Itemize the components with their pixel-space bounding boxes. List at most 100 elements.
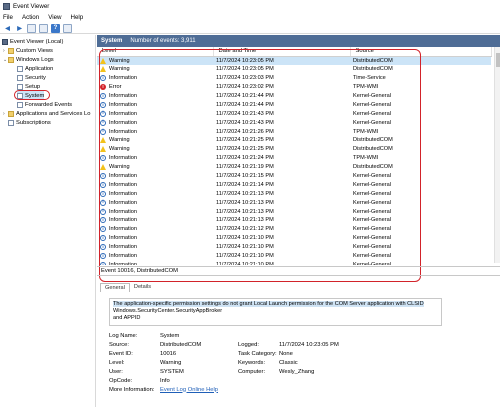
- cell-date-time: 11/7/2024 10:21:43 PM: [216, 119, 274, 126]
- level-wrapper: Warning: [100, 146, 213, 153]
- label-computer: Computer:: [238, 368, 266, 375]
- event-viewer-icon: [2, 38, 8, 45]
- warning-icon: [100, 57, 106, 64]
- tree-item-application[interactable]: Application: [17, 64, 53, 73]
- tree-item-subscriptions[interactable]: Subscriptions: [8, 118, 51, 127]
- cell-level: i Information: [97, 243, 213, 252]
- level-wrapper: i Information: [100, 262, 213, 265]
- tab-general[interactable]: General: [100, 283, 130, 292]
- event-row[interactable]: i Information 11/7/2024 10:21:10 PM Kernel-…: [97, 243, 491, 252]
- level-text: Information: [109, 226, 137, 233]
- tree-item-custom-views[interactable]: › Custom Views: [3, 46, 53, 55]
- cell-level: i Information: [97, 252, 213, 261]
- event-row[interactable]: i Information 11/7/2024 10:21:26 PM TPM-WMI: [97, 127, 491, 136]
- cell-source: Time-Service: [353, 75, 386, 82]
- cell-date-time: 11/7/2024 10:21:12 PM: [216, 226, 274, 233]
- event-row[interactable]: i Information 11/7/2024 10:21:44 PM Kernel-…: [97, 92, 491, 101]
- tree-item-forwarded-events[interactable]: Forwarded Events: [17, 100, 72, 109]
- cell-date-time: 11/7/2024 10:23:03 PM: [216, 75, 274, 82]
- event-row[interactable]: i Information 11/7/2024 10:21:13 PM Kernel-…: [97, 207, 491, 216]
- cell-date-time: 11/7/2024 10:21:10 PM: [216, 253, 274, 260]
- log-icon: [17, 83, 23, 90]
- grid-scrollbar[interactable]: [494, 47, 500, 263]
- event-log-online-help-link[interactable]: Event Log Online Help: [160, 387, 218, 393]
- menu-bar: File Action View Help: [0, 12, 500, 23]
- event-row[interactable]: Warning 11/7/2024 10:21:19 PM DistributedC…: [97, 163, 491, 172]
- info-icon: i: [100, 93, 106, 99]
- event-row[interactable]: i Information 11/7/2024 10:21:10 PM Kernel-…: [97, 252, 491, 261]
- info-icon: i: [100, 226, 106, 233]
- cell-source: Kernel-General: [353, 261, 391, 265]
- info-icon: i: [100, 102, 106, 108]
- event-row[interactable]: i Information 11/7/2024 10:21:15 PM Kernel-…: [97, 172, 491, 181]
- column-level[interactable]: Level: [97, 47, 214, 57]
- level-wrapper: ! Error: [100, 84, 213, 91]
- event-row[interactable]: i Information 11/7/2024 10:21:12 PM Kernel-…: [97, 225, 491, 234]
- tree-item-windows-logs[interactable]: ⌄ Windows Logs: [3, 55, 54, 64]
- forward-arrow-icon[interactable]: ▶: [15, 24, 24, 33]
- cell-level: i Information: [97, 74, 213, 83]
- event-row[interactable]: Warning 11/7/2024 10:21:25 PM DistributedC…: [97, 136, 491, 145]
- cell-level: i Information: [97, 225, 213, 234]
- event-row[interactable]: Warning 11/7/2024 10:23:05 PM DistributedC…: [97, 65, 491, 74]
- folder-icon: [8, 56, 14, 63]
- event-row[interactable]: i Information 11/7/2024 10:21:10 PM Kernel-…: [97, 260, 491, 265]
- event-viewer-icon: [3, 2, 10, 10]
- cell-source: TPM-WMI: [353, 128, 379, 135]
- cell-date-time: 11/7/2024 10:23:02 PM: [216, 84, 274, 91]
- event-row[interactable]: i Information 11/7/2024 10:21:44 PM Kernel-…: [97, 100, 491, 109]
- cell-source: Kernel-General: [353, 173, 391, 180]
- event-row[interactable]: Warning 11/7/2024 10:23:05 PM DistributedC…: [97, 56, 491, 65]
- event-row[interactable]: i Information 11/7/2024 10:21:43 PM Kernel-…: [97, 118, 491, 127]
- level-text: Information: [109, 190, 137, 197]
- info-icon: i: [100, 111, 106, 117]
- menu-help[interactable]: Help: [71, 14, 84, 21]
- value-opcode: Info: [160, 377, 170, 384]
- back-arrow-icon[interactable]: ◀: [3, 24, 12, 33]
- cell-level: i Information: [97, 109, 213, 118]
- value-task-category: None: [279, 350, 293, 357]
- event-row[interactable]: ! Error 11/7/2024 10:23:02 PM TPM-WMI: [97, 83, 491, 92]
- event-row[interactable]: Warning 11/7/2024 10:21:25 PM DistributedC…: [97, 145, 491, 154]
- value-source: DistributedCOM: [160, 341, 202, 348]
- event-row[interactable]: i Information 11/7/2024 10:21:13 PM Kernel-…: [97, 216, 491, 225]
- scrollbar-thumb[interactable]: [496, 53, 500, 67]
- info-icon: i: [100, 191, 106, 197]
- column-date-time[interactable]: Date and Time: [213, 47, 351, 57]
- column-source[interactable]: Source: [350, 47, 492, 57]
- show-hide-tree-icon[interactable]: [27, 23, 36, 33]
- event-row[interactable]: i Information 11/7/2024 10:21:10 PM Kernel-…: [97, 234, 491, 243]
- event-row[interactable]: i Information 11/7/2024 10:21:14 PM Kernel-…: [97, 180, 491, 189]
- cell-level: Warning: [97, 56, 213, 65]
- cell-source: DistributedCOM: [353, 146, 393, 153]
- level-text: Information: [109, 199, 137, 206]
- tree-item-root[interactable]: Event Viewer (Local): [2, 37, 63, 46]
- event-row[interactable]: i Information 11/7/2024 10:21:13 PM Kernel-…: [97, 198, 491, 207]
- tree-item-apps-services[interactable]: › Applications and Services Lo: [3, 109, 90, 118]
- cell-source: DistributedCOM: [353, 164, 393, 171]
- event-row[interactable]: i Information 11/7/2024 10:23:03 PM Time-Se…: [97, 74, 491, 83]
- level-text: Information: [109, 101, 137, 108]
- event-description[interactable]: The application-specific permission sett…: [109, 298, 442, 326]
- level-text: Information: [109, 93, 137, 99]
- label-logged: Logged:: [238, 341, 259, 348]
- menu-file[interactable]: File: [3, 14, 13, 21]
- event-row[interactable]: i Information 11/7/2024 10:21:43 PM Kernel-…: [97, 109, 491, 118]
- level-wrapper: i Information: [100, 253, 213, 260]
- event-row[interactable]: i Information 11/7/2024 10:21:24 PM TPM-WMI: [97, 154, 491, 163]
- tab-details[interactable]: Details: [130, 283, 155, 292]
- cell-level: i Information: [97, 92, 213, 101]
- help-icon[interactable]: ?: [51, 23, 60, 33]
- level-wrapper: i Information: [100, 208, 213, 215]
- event-row[interactable]: i Information 11/7/2024 10:21:13 PM Kernel-…: [97, 189, 491, 198]
- label-task-category: Task Category:: [238, 350, 277, 357]
- cell-level: i Information: [97, 216, 213, 225]
- menu-view[interactable]: View: [48, 14, 61, 21]
- tree-item-security[interactable]: Security: [17, 73, 46, 82]
- cell-date-time: 11/7/2024 10:21:25 PM: [216, 146, 274, 153]
- menu-action[interactable]: Action: [22, 14, 39, 21]
- properties-icon[interactable]: [39, 23, 48, 33]
- cell-source: Kernel-General: [353, 119, 391, 126]
- action-pane-icon[interactable]: [63, 23, 72, 33]
- cell-date-time: 11/7/2024 10:21:44 PM: [216, 93, 274, 99]
